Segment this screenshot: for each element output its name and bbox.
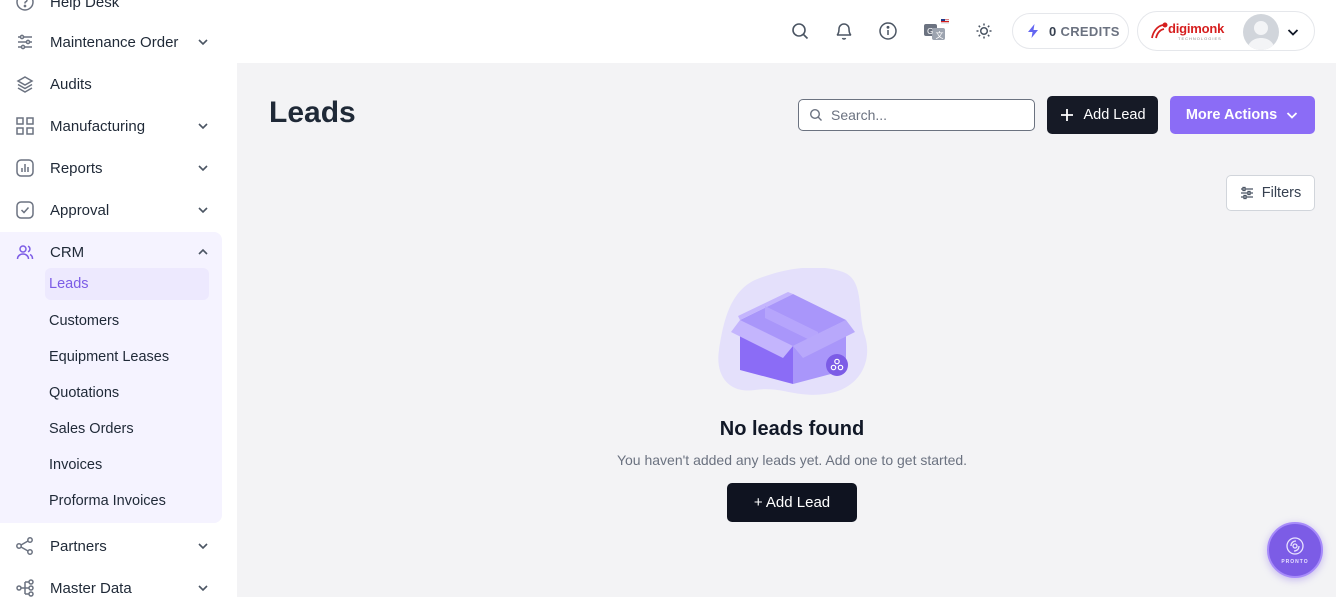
sidebar-subitem-proforma-invoices[interactable]: Proforma Invoices (45, 485, 209, 517)
sidebar: Help Desk Maintenance Order Audits Manuf… (0, 0, 237, 597)
empty-state-title: No leads found (719, 418, 865, 440)
users-icon (15, 242, 35, 262)
search-icon (809, 108, 822, 121)
sidebar-item-label: Master Data (50, 579, 132, 597)
more-actions-button[interactable]: More Actions (1170, 96, 1315, 134)
add-lead-button[interactable]: Add Lead (1047, 96, 1158, 134)
sidebar-item-label: Audits (50, 75, 92, 93)
page-title: Leads (269, 96, 356, 129)
filters-button[interactable]: Filters (1226, 175, 1315, 211)
add-lead-label: Add Lead (1083, 107, 1146, 123)
sidebar-subitem-invoices[interactable]: Invoices (45, 449, 209, 481)
sidebar-item-reports[interactable]: Reports (0, 148, 222, 188)
bell-icon[interactable] (833, 20, 855, 42)
sidebar-subitem-leads[interactable]: Leads (45, 268, 209, 300)
check-square-icon (15, 200, 35, 220)
search-input[interactable] (831, 107, 1021, 123)
sidebar-item-crm[interactable]: CRM (0, 232, 222, 272)
search-icon[interactable] (789, 20, 811, 42)
grid-icon (15, 116, 35, 136)
profile-menu[interactable]: digimonk TECHNOLOGIES (1137, 11, 1315, 51)
sidebar-item-label: Partners (50, 537, 107, 555)
chevron-down-icon (1287, 112, 1298, 119)
sidebar-item-label: Help Desk (50, 0, 120, 11)
more-actions-label: More Actions (1185, 107, 1278, 123)
sidebar-item-label: Maintenance Order (50, 33, 179, 51)
layers-icon (15, 74, 35, 94)
translate-icon[interactable]: G文 (923, 19, 949, 42)
credits-count: 0 (1049, 23, 1057, 39)
sidebar-item-label: CRM (50, 243, 85, 261)
filters-label: Filters (1261, 185, 1302, 201)
brand-name: digimonk (1168, 21, 1225, 36)
filter-sliders-icon (1240, 186, 1253, 200)
chevron-up-icon[interactable] (196, 245, 210, 259)
sidebar-item-maintenance-order[interactable]: Maintenance Order (0, 22, 222, 62)
brand-tagline: TECHNOLOGIES (1178, 36, 1222, 41)
sidebar-item-approval[interactable]: Approval (0, 190, 222, 230)
search-box[interactable] (798, 99, 1035, 131)
credits-label: CREDITS (1060, 23, 1120, 39)
bar-chart-icon (15, 158, 35, 178)
assistant-label: PRONTO (1281, 559, 1309, 565)
info-icon[interactable] (877, 20, 899, 42)
sidebar-item-manufacturing[interactable]: Manufacturing (0, 106, 222, 146)
assistant-button[interactable]: PRONTO (1267, 522, 1323, 578)
plus-icon (1061, 109, 1074, 121)
sidebar-item-partners[interactable]: Partners (0, 526, 222, 566)
chevron-down-icon[interactable] (196, 119, 210, 133)
empty-add-lead-button[interactable]: + Add Lead (727, 483, 857, 522)
sidebar-subitem-equipment-leases[interactable]: Equipment Leases (45, 341, 209, 373)
brand-logo: digimonk TECHNOLOGIES (1150, 21, 1232, 43)
chevron-down-icon[interactable] (196, 581, 210, 595)
sidebar-subitem-quotations[interactable]: Quotations (45, 377, 209, 409)
sidebar-item-label: Manufacturing (50, 117, 146, 135)
sidebar-item-master-data[interactable]: Master Data (0, 568, 222, 597)
chevron-down-icon[interactable] (196, 539, 210, 553)
chevron-down-icon[interactable] (196, 203, 210, 217)
assistant-icon (1286, 537, 1304, 555)
sidebar-item-help-desk[interactable]: Help Desk (0, 0, 222, 22)
sidebar-subitem-sales-orders[interactable]: Sales Orders (45, 413, 209, 445)
sun-icon[interactable] (973, 20, 995, 42)
chevron-down-icon[interactable] (1286, 25, 1300, 39)
bolt-icon (1028, 24, 1038, 38)
svg-text:G: G (927, 27, 933, 36)
help-circle-icon (15, 0, 35, 12)
top-bar: G文 0 CREDITS digimonk TECHNOLOGIES (237, 0, 1336, 63)
sidebar-subitem-customers[interactable]: Customers (45, 305, 209, 337)
avatar[interactable] (1243, 14, 1279, 50)
chevron-down-icon[interactable] (196, 161, 210, 175)
credits-button[interactable]: 0 CREDITS (1012, 13, 1129, 49)
hierarchy-icon (15, 578, 35, 597)
chevron-down-icon[interactable] (196, 35, 210, 49)
sidebar-item-label: Reports (50, 159, 103, 177)
empty-box-illustration (715, 267, 871, 398)
sidebar-item-audits[interactable]: Audits (0, 64, 222, 104)
share-icon (15, 536, 35, 556)
empty-state-subtitle: You haven't added any leads yet. Add one… (616, 452, 968, 468)
sidebar-item-label: Approval (50, 201, 110, 219)
sliders-icon (15, 32, 35, 52)
svg-text:文: 文 (936, 30, 944, 40)
